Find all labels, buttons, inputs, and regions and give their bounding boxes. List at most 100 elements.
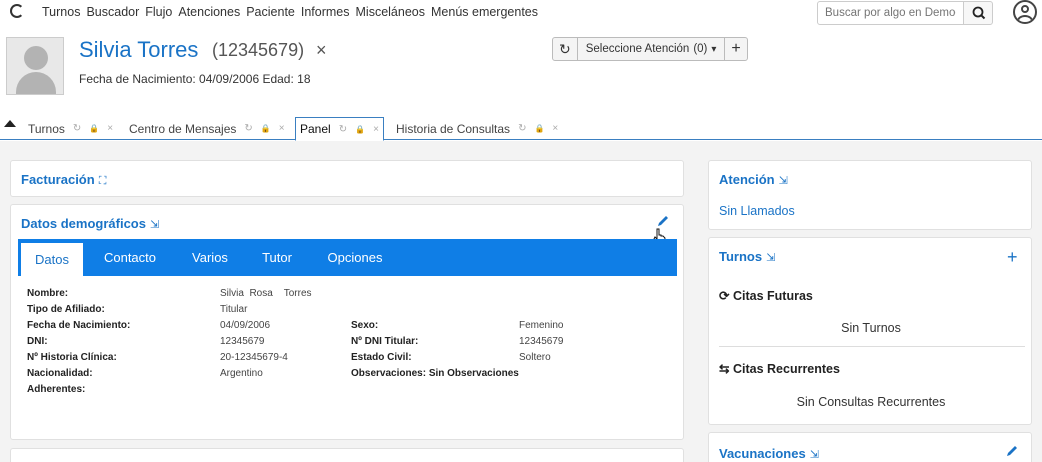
history-icon[interactable]: ↻	[553, 38, 578, 60]
close-icon[interactable]: ×	[279, 123, 285, 134]
edit-pencil-icon[interactable]	[656, 214, 670, 228]
atencion-title[interactable]: Atención ⇲	[719, 172, 788, 187]
tab-panel[interactable]: Panel ↻ 🔒 ×	[295, 117, 384, 141]
demographics-tab-bar: Datos Contacto Varios Tutor Opciones	[18, 239, 677, 276]
field-label: Fecha de Nacimiento:	[27, 320, 131, 331]
tab-opciones[interactable]: Opciones	[320, 239, 390, 276]
close-icon[interactable]: ×	[552, 123, 558, 134]
tab-historia-de-consultas[interactable]: Historia de Consultas ↻ 🔒 ×	[392, 117, 562, 140]
menu-item-menus-emergentes[interactable]: Menús emergentes	[431, 5, 538, 19]
field-label: Nº Historia Clínica:	[27, 352, 117, 363]
tab-label: Turnos	[28, 121, 65, 136]
tab-datos[interactable]: Datos	[20, 242, 84, 276]
collapse-icon[interactable]: ⇲	[779, 175, 788, 187]
turnos-title-text: Turnos	[719, 249, 763, 264]
edit-pencil-icon[interactable]	[1005, 444, 1019, 458]
collapse-icon[interactable]: ⇲	[766, 252, 775, 264]
lock-icon[interactable]: 🔒	[261, 124, 271, 133]
divider	[719, 346, 1025, 347]
patient-avatar	[6, 37, 64, 95]
citas-futuras-heading: ⟳ Citas Futuras	[719, 288, 813, 303]
field-value: Argentino	[220, 368, 263, 379]
tab-tutor[interactable]: Tutor	[252, 239, 302, 276]
lock-icon[interactable]: 🔒	[534, 124, 544, 133]
refresh-icon[interactable]: ↻	[339, 124, 347, 135]
atencion-status[interactable]: Sin Llamados	[719, 204, 795, 218]
close-icon[interactable]: ×	[107, 123, 113, 134]
close-patient-icon[interactable]: ×	[316, 40, 327, 61]
select-attention-dropdown[interactable]: Seleccione Atención (0) ▾	[578, 38, 726, 60]
field-label: Estado Civil:	[351, 352, 412, 363]
refresh-icon[interactable]: ↻	[73, 123, 81, 134]
field-value: Titular	[220, 304, 248, 315]
facturacion-title[interactable]: Facturación ⛶	[21, 172, 106, 188]
main-menu: Turnos Buscador Flujo Atenciones Pacient…	[42, 5, 538, 19]
tab-label: Centro de Mensajes	[129, 121, 237, 136]
facturacion-title-text: Facturación	[21, 172, 95, 187]
tab-label: Panel	[300, 122, 331, 136]
search-button[interactable]	[963, 1, 993, 25]
citas-recurrentes-title: Citas Recurrentes	[732, 362, 840, 376]
vacunaciones-title-text: Vacunaciones	[719, 446, 806, 461]
facturacion-card: Facturación ⛶	[10, 160, 684, 197]
field-value: Femenino	[519, 320, 564, 331]
lock-icon[interactable]: 🔒	[89, 124, 99, 133]
datos-demograficos-title[interactable]: Datos demográficos ⇲	[21, 216, 159, 231]
attention-count: (0)	[693, 43, 708, 55]
lock-icon[interactable]: 🔒	[355, 125, 365, 134]
field-value: 12345679	[220, 336, 265, 347]
vacunaciones-title[interactable]: Vacunaciones ⇲	[719, 446, 819, 461]
tab-centro-de-mensajes[interactable]: Centro de Mensajes ↻ 🔒 ×	[125, 117, 289, 140]
field-label: DNI:	[27, 336, 48, 347]
atencion-card: Atención ⇲ Sin Llamados	[708, 160, 1032, 230]
field-value: Silvia Rosa Torres	[220, 288, 312, 299]
field-label: Sexo:	[351, 320, 379, 331]
search-icon	[972, 6, 986, 20]
citas-futuras-title: Citas Futuras	[732, 289, 813, 303]
select-attention-label: Seleccione Atención	[585, 43, 690, 55]
menu-item-flujo[interactable]: Flujo	[145, 5, 172, 19]
patient-birth-info: Fecha de Nacimiento: 04/09/2006 Edad: 18	[79, 72, 311, 86]
close-icon[interactable]: ×	[373, 124, 379, 135]
clock-refresh-icon: ⟳	[719, 289, 730, 303]
menu-item-buscador[interactable]: Buscador	[86, 5, 139, 19]
vacunaciones-card: Vacunaciones ⇲	[708, 432, 1032, 462]
atencion-title-text: Atención	[719, 172, 775, 187]
tab-turnos[interactable]: Turnos ↻ 🔒 ×	[24, 117, 117, 140]
field-value: 04/09/2006	[220, 320, 271, 331]
citas-recurrentes-heading: ⇆ Citas Recurrentes	[719, 361, 840, 376]
field-label: Tipo de Afiliado:	[27, 304, 105, 315]
user-account-icon[interactable]	[1013, 0, 1037, 24]
add-attention-button[interactable]: +	[725, 38, 746, 60]
menu-item-paciente[interactable]: Paciente	[246, 5, 295, 19]
tab-varios[interactable]: Varios	[180, 239, 240, 276]
app-logo-icon[interactable]	[10, 4, 24, 18]
menu-item-atenciones[interactable]: Atenciones	[178, 5, 240, 19]
add-turno-button[interactable]: +	[1007, 248, 1018, 266]
field-value: Soltero	[519, 352, 551, 363]
turnos-title[interactable]: Turnos ⇲	[719, 249, 775, 264]
chevron-down-icon: ▾	[711, 43, 717, 55]
collapse-icon[interactable]: ⇲	[150, 219, 159, 231]
field-label: Adherentes:	[27, 384, 86, 395]
top-navbar: Turnos Buscador Flujo Atenciones Pacient…	[0, 0, 1042, 26]
datos-demograficos-title-text: Datos demográficos	[21, 216, 146, 231]
tab-label: Historia de Consultas	[396, 121, 511, 136]
patient-name: Silvia Torres	[79, 37, 199, 62]
search-input[interactable]	[817, 1, 964, 25]
turnos-card: Turnos ⇲ + ⟳ Citas Futuras Sin Turnos ⇆ C…	[708, 237, 1032, 425]
refresh-icon[interactable]: ↻	[518, 123, 526, 134]
next-card	[10, 448, 684, 462]
citas-recurrentes-empty: Sin Consultas Recurrentes	[796, 395, 946, 409]
expand-icon[interactable]: ⛶	[99, 175, 107, 187]
tab-contacto[interactable]: Contacto	[98, 239, 162, 276]
menu-item-miscelaneos[interactable]: Misceláneos	[356, 5, 425, 19]
refresh-icon[interactable]: ↻	[244, 123, 252, 134]
menu-item-informes[interactable]: Informes	[301, 5, 350, 19]
field-label: Nacionalidad:	[27, 368, 93, 379]
collapse-icon[interactable]: ⇲	[810, 449, 819, 461]
collapse-header-icon[interactable]	[4, 120, 16, 127]
repeat-icon: ⇆	[719, 362, 730, 376]
field-label: Nº DNI Titular:	[351, 336, 419, 347]
menu-item-turnos[interactable]: Turnos	[42, 5, 80, 19]
